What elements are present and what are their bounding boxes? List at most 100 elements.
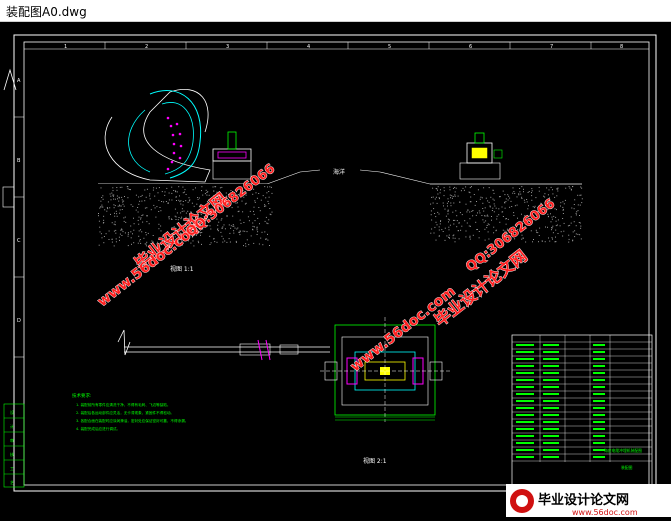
parts-cell-text: [543, 400, 559, 402]
seabed-speckle: [555, 216, 557, 218]
seabed-speckle: [180, 200, 182, 202]
seabed-speckle: [259, 223, 260, 225]
parts-cell-text: [543, 421, 559, 423]
seabed-speckle: [140, 218, 142, 220]
seabed-speckle: [110, 213, 111, 215]
seabed-speckle: [547, 194, 549, 196]
seabed-speckle: [567, 225, 569, 227]
parts-cell-text: [593, 365, 605, 367]
seabed-speckle: [149, 198, 151, 200]
seabed-speckle: [147, 232, 149, 234]
seabed-speckle: [119, 233, 121, 235]
seabed-speckle: [551, 218, 553, 220]
seabed-speckle: [551, 229, 552, 231]
stamp-1: 设: [10, 409, 14, 415]
seabed-speckle: [113, 198, 115, 200]
seabed-speckle: [483, 187, 485, 189]
seabed-speckle: [580, 186, 582, 188]
seabed-speckle: [161, 191, 163, 193]
seabed-speckle: [249, 210, 251, 212]
seabed-speckle: [486, 227, 488, 229]
seabed-speckle: [267, 186, 268, 188]
seabed-speckle: [264, 186, 266, 188]
seabed-speckle: [103, 236, 105, 237]
seabed-speckle: [517, 217, 518, 219]
seabed-speckle: [530, 230, 532, 232]
seabed-speckle: [158, 228, 160, 230]
seabed-speckle: [478, 237, 480, 239]
seabed-speckle: [472, 210, 474, 211]
parts-cell-text: [543, 365, 559, 367]
seabed-speckle: [501, 211, 503, 213]
parts-cell-text: [593, 358, 605, 360]
seabed-speckle: [120, 205, 122, 207]
seabed-speckle: [113, 230, 115, 232]
seabed-speckle: [171, 192, 173, 194]
seabed-speckle: [224, 228, 226, 230]
seabed-speckle: [442, 202, 444, 204]
seabed-speckle: [124, 232, 126, 234]
seabed-speckle: [131, 243, 132, 245]
cad-drawing[interactable]: 1 2 3 4 5 6 7 8 A B C D 海洋 视图 1:1 视图 2:1…: [0, 22, 671, 517]
seabed-speckle: [460, 190, 462, 192]
seabed-speckle: [578, 222, 580, 223]
seabed-speckle: [548, 189, 550, 191]
seabed-speckle: [135, 194, 137, 196]
parts-cell-text: [516, 351, 534, 353]
seabed-speckle: [222, 241, 224, 243]
parts-cell-text: [593, 428, 605, 430]
seabed-speckle: [130, 225, 132, 227]
seabed-speckle: [98, 220, 100, 222]
parts-cell-text: [593, 400, 605, 402]
seabed-speckle: [127, 232, 129, 234]
seabed-speckle: [149, 195, 151, 197]
seabed-speckle: [505, 218, 507, 219]
seabed-speckle: [449, 219, 450, 221]
seabed-speckle: [492, 207, 494, 209]
seabed-speckle: [154, 195, 156, 197]
seabed-speckle: [116, 195, 118, 197]
seabed-speckle: [523, 199, 525, 201]
seabed-speckle: [222, 226, 224, 228]
seabed-speckle: [230, 227, 232, 229]
seabed-speckle: [99, 207, 101, 209]
drawing-canvas[interactable]: 1 2 3 4 5 6 7 8 A B C D 海洋 视图 1:1 视图 2:1…: [0, 22, 671, 517]
seabed-speckle: [557, 233, 559, 234]
seabed-speckle: [475, 214, 477, 216]
seabed-speckle: [115, 210, 117, 212]
stamp-3: 审: [10, 437, 14, 443]
seabed-speckle: [269, 208, 271, 209]
seabed-speckle: [560, 231, 562, 233]
seabed-speckle: [432, 202, 434, 204]
seabed-speckle: [519, 191, 521, 193]
seabed-speckle: [455, 187, 457, 189]
seabed-speckle: [246, 239, 248, 241]
seabed-speckle: [165, 201, 167, 202]
seabed-speckle: [446, 235, 448, 237]
seabed-speckle: [160, 210, 162, 212]
seabed-speckle: [127, 235, 129, 237]
seabed-speckle: [216, 241, 218, 243]
seabed-speckle: [467, 209, 469, 211]
seabed-speckle: [572, 186, 574, 187]
seabed-speckle: [447, 205, 448, 207]
seabed-speckle: [537, 232, 539, 234]
seabed-speckle: [168, 192, 170, 194]
seabed-speckle: [568, 186, 570, 188]
seabed-speckle: [145, 196, 147, 198]
ruler-a: A: [17, 78, 21, 84]
seabed-speckle: [459, 212, 461, 214]
seabed-speckle: [444, 208, 446, 210]
seabed-speckle: [229, 241, 231, 243]
seabed-speckle: [577, 194, 579, 196]
seabed-speckle: [482, 208, 484, 209]
seabed-speckle: [475, 221, 477, 223]
seabed-speckle: [488, 201, 490, 203]
seabed-speckle: [174, 215, 176, 217]
seabed-speckle: [518, 193, 520, 195]
seabed-speckle: [493, 226, 495, 228]
seabed-speckle: [470, 225, 471, 227]
seabed-speckle: [527, 208, 529, 210]
seabed-speckle: [493, 192, 495, 194]
seabed-speckle: [469, 236, 471, 238]
